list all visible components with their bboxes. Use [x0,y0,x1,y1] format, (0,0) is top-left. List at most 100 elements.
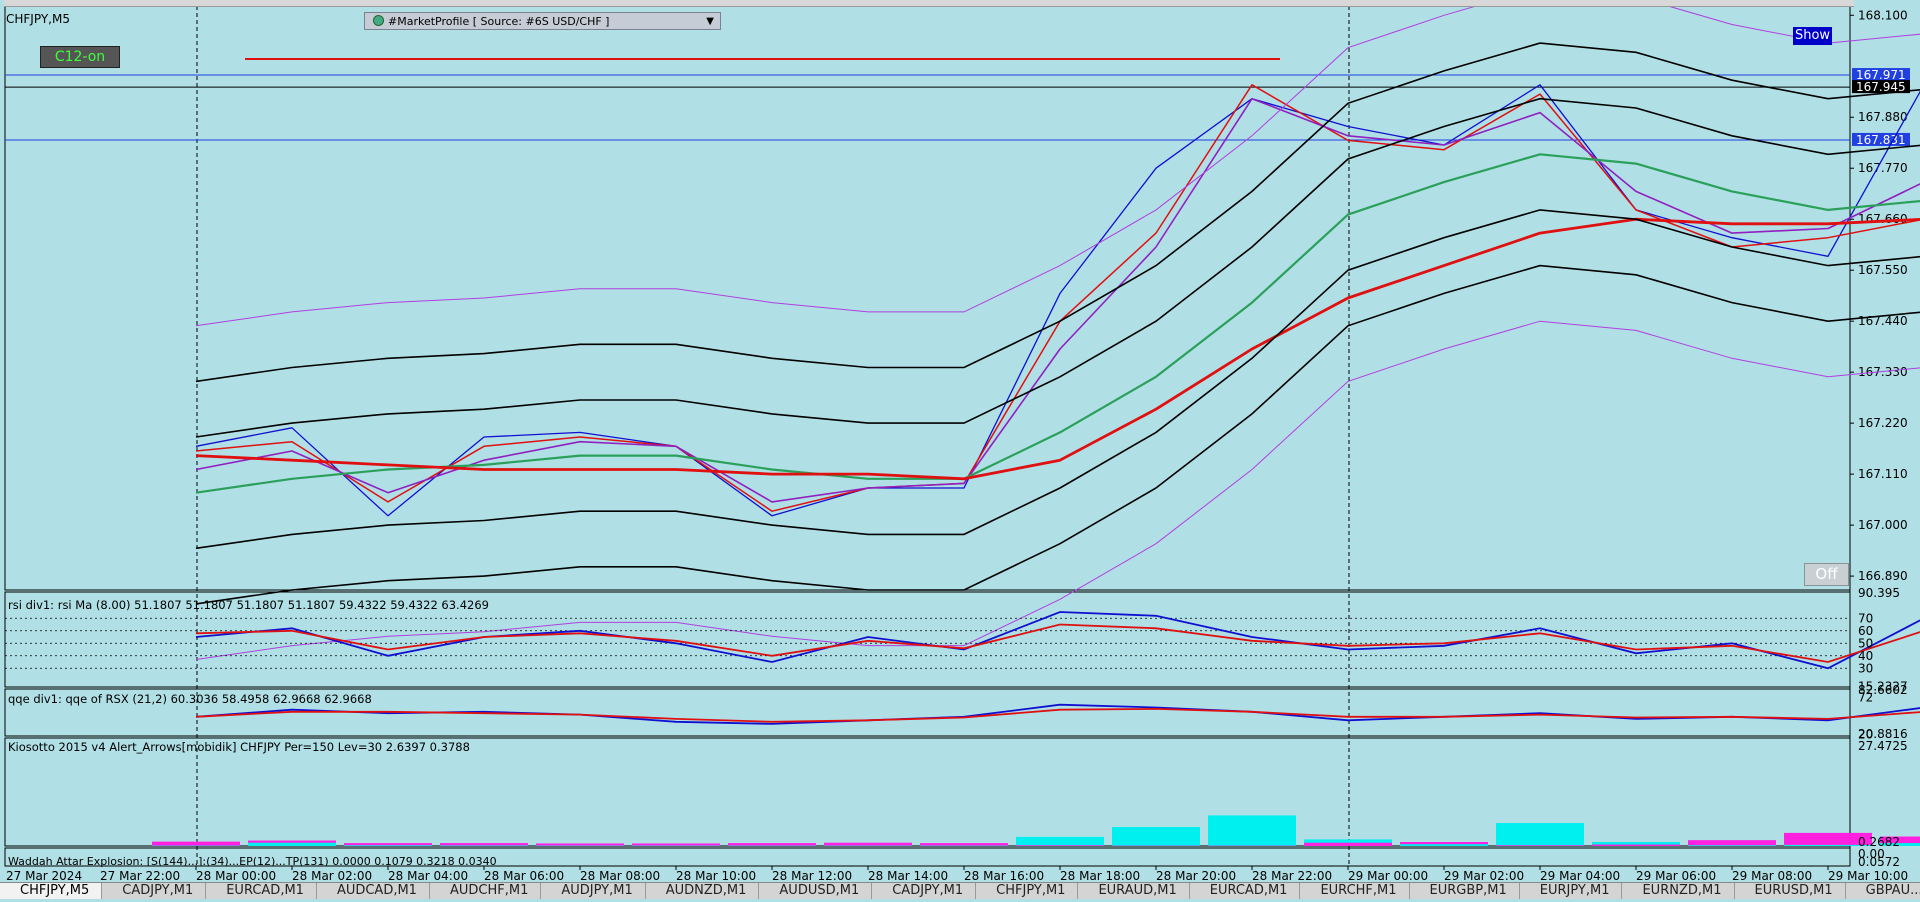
chevron-down-icon[interactable]: ▼ [706,13,714,31]
band-upper-1 [196,43,1920,381]
toolbar-strip [4,0,1854,7]
rsi-label: rsi div1: rsi Ma (8.00) 51.1807 51.1807 … [8,598,489,612]
kiosotto-bar [1592,845,1680,846]
kiosotto-bar [1496,823,1584,846]
tab-gbpau-[interactable]: GBPAU... [1846,883,1920,899]
price-tag-label: 167.831 [1856,133,1906,147]
price-tick-label: 167.550 [1858,263,1908,277]
price-series-0 [196,85,1920,516]
kiosotto-bar [1112,827,1200,846]
tab-audnzd-m1[interactable]: AUDNZD,M1 [646,883,760,899]
waddah-label: Waddah Attar Explosion: [S(144)...]:(34)… [8,855,497,868]
show-button[interactable]: Show [1793,27,1832,45]
kiosotto-bar [728,843,816,846]
kiosotto-bar [152,842,240,846]
tab-audcad-m1[interactable]: AUDCAD,M1 [317,883,430,899]
price-tick-label: 167.770 [1858,161,1908,175]
time-axis-label: 28 Mar 20:00 [1156,869,1236,883]
waddah-axis-label: 0.0572 [1858,855,1900,869]
kiosotto-bar [248,843,336,846]
kiosotto-bar [920,843,1008,846]
kiosotto-label: Kiosotto 2015 v4 Alert_Arrows[mobidik] C… [8,740,470,754]
kiosotto-bar [1016,837,1104,846]
tab-eurusd-m1[interactable]: EURUSD,M1 [1735,883,1846,899]
band-lower-0 [196,210,1920,548]
chart-area[interactable]: 168.100167.880167.770167.660167.550167.4… [0,0,1920,898]
kiosotto-bar [1304,843,1392,846]
time-axis-label: 28 Mar 04:00 [388,869,468,883]
tab-audusd-m1[interactable]: AUDUSD,M1 [759,883,872,899]
qqe-axis-label: 72 [1858,691,1873,705]
market-profile-dropdown[interactable]: #MarketProfile [ Source: #6S USD/CHF ] ▼ [364,12,721,30]
price-tick-label: 167.880 [1858,110,1908,124]
price-tick-label: 167.000 [1858,518,1908,532]
envelope-upper [196,0,1920,326]
tab-cadjpy-m1[interactable]: CADJPY,M1 [872,883,976,899]
time-axis-label: 29 Mar 02:00 [1444,869,1524,883]
kiosotto-bar [1208,815,1296,846]
panel-frame-0 [5,6,1850,590]
time-axis-label: 28 Mar 08:00 [580,869,660,883]
time-axis-label: 28 Mar 00:00 [196,869,276,883]
price-tick-label: 167.110 [1858,467,1908,481]
time-axis-label: 28 Mar 12:00 [772,869,852,883]
band-lower-1 [196,266,1920,604]
time-axis-label: 28 Mar 14:00 [868,869,948,883]
price-series-2 [196,99,1920,502]
time-axis-label: 27 Mar 2024 [6,869,82,883]
time-axis-label: 28 Mar 16:00 [964,869,1044,883]
price-tick-label: 168.100 [1858,8,1908,22]
tab-audjpy-m1[interactable]: AUDJPY,M1 [541,883,645,899]
qqe-series-1 [196,709,1920,722]
rsi-axis-label: 90.395 [1858,586,1900,600]
status-dot-icon [373,15,384,26]
kiosotto-axis-label: 27.4725 [1858,739,1908,753]
off-button[interactable]: Off [1804,563,1849,586]
chart-svg: 168.100167.880167.770167.660167.550167.4… [0,0,1920,898]
rsi-axis-label: 30 [1858,661,1873,675]
kiosotto-bar [536,843,624,846]
price-tick-label: 167.220 [1858,416,1908,430]
kiosotto-bar [632,843,720,846]
kiosotto-bar [1400,844,1488,846]
kiosotto-bar [1496,845,1584,846]
time-axis-label: 29 Mar 00:00 [1348,869,1428,883]
tab-audchf-m1[interactable]: AUDCHF,M1 [430,883,541,899]
chart-tabs: CHFJPY,M5CADJPY,M1EURCAD,M1AUDCAD,M1AUDC… [0,882,1920,899]
tab-cadjpy-m1[interactable]: CADJPY,M1 [102,883,206,899]
kiosotto-bar [824,843,912,846]
time-axis-label: 28 Mar 02:00 [292,869,372,883]
c12-button[interactable]: C12-on [40,46,120,68]
price-tick-label: 166.890 [1858,569,1908,583]
tab-eurjpy-m1[interactable]: EURJPY,M1 [1520,883,1623,899]
time-axis-label: 29 Mar 10:00 [1828,869,1908,883]
qqe-label: qqe div1: qqe of RSX (21,2) 60.3036 58.4… [8,692,372,706]
band-upper-0 [196,99,1920,437]
time-axis-label: 28 Mar 18:00 [1060,869,1140,883]
price-series-4 [196,219,1920,479]
tab-eurcad-m1[interactable]: EURCAD,M1 [1190,883,1301,899]
tab-euraud-m1[interactable]: EURAUD,M1 [1078,883,1189,899]
time-axis-label: 29 Mar 06:00 [1636,869,1716,883]
tab-chfjpy-m5[interactable]: CHFJPY,M5 [0,883,102,899]
time-axis-label: 28 Mar 22:00 [1252,869,1332,883]
kiosotto-bar [344,845,432,846]
tab-eurchf-m1[interactable]: EURCHF,M1 [1300,883,1409,899]
time-axis-label: 27 Mar 22:00 [100,869,180,883]
time-axis-label: 28 Mar 06:00 [484,869,564,883]
time-axis-label: 29 Mar 04:00 [1540,869,1620,883]
kiosotto-bar [1688,840,1776,846]
time-axis-label: 29 Mar 08:00 [1732,869,1812,883]
tab-chfjpy-m1[interactable]: CHFJPY,M1 [976,883,1078,899]
kiosotto-bar [1688,845,1776,846]
market-profile-label: #MarketProfile [ Source: #6S USD/CHF ] [388,15,609,28]
kiosotto-bar [1016,845,1104,846]
tab-eurgbp-m1[interactable]: EURGBP,M1 [1410,883,1520,899]
symbol-title: CHFJPY,M5 [6,12,70,26]
tab-eurnzd-m1[interactable]: EURNZD,M1 [1622,883,1734,899]
kiosotto-bar [440,845,528,846]
qqe-series-0 [196,705,1920,724]
price-tick-label: 167.330 [1858,365,1908,379]
time-axis-label: 28 Mar 10:00 [676,869,756,883]
tab-eurcad-m1[interactable]: EURCAD,M1 [206,883,317,899]
